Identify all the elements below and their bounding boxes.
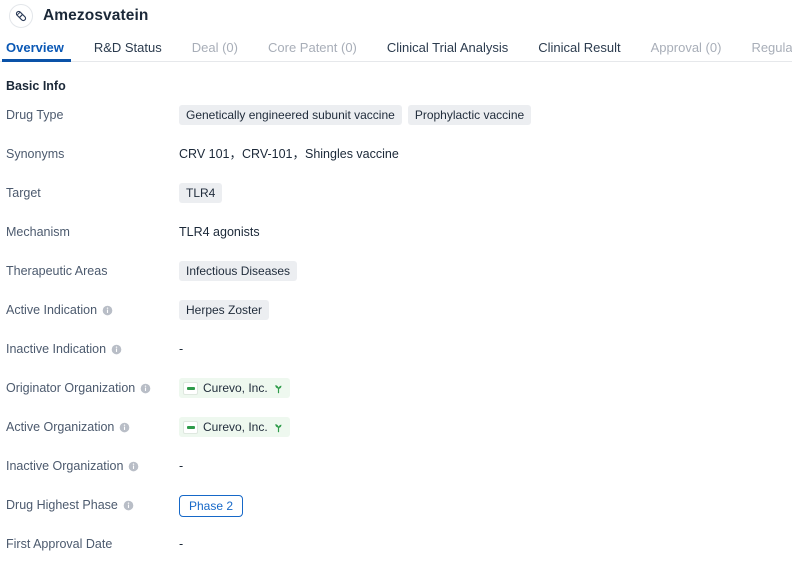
tag-item[interactable]: Herpes Zoster bbox=[179, 300, 270, 320]
label-therapeutic-areas: Therapeutic Areas bbox=[0, 261, 179, 279]
label-drug-highest-phase: Drug Highest Phase bbox=[0, 495, 179, 513]
row-first-approval-date: First Approval Date - bbox=[0, 534, 792, 573]
overview-panel: Basic Info Drug Type Genetically enginee… bbox=[0, 62, 792, 573]
phase-badge[interactable]: Phase 2 bbox=[179, 495, 244, 517]
organization-chip[interactable]: Curevo, Inc. bbox=[179, 417, 290, 437]
value-first-approval-date: - bbox=[179, 534, 792, 554]
row-target: Target TLR4 bbox=[0, 183, 792, 222]
label-active-organization: Active Organization bbox=[0, 417, 179, 435]
tab-bar: Overview R&D Status Deal (0) Core Patent… bbox=[0, 32, 792, 62]
row-inactive-indication: Inactive Indication - bbox=[0, 339, 792, 378]
row-mechanism: Mechanism TLR4 agonists bbox=[0, 222, 792, 261]
value-synonyms: CRV 101，CRV-101，Shingles vaccine bbox=[179, 144, 792, 164]
label-active-indication: Active Indication bbox=[0, 300, 179, 318]
synonyms-text: CRV 101，CRV-101，Shingles vaccine bbox=[179, 147, 399, 161]
label-target: Target bbox=[0, 183, 179, 201]
label-text: Active Indication bbox=[6, 303, 98, 317]
company-logo-icon bbox=[183, 381, 198, 395]
tag-item[interactable]: TLR4 bbox=[179, 183, 223, 203]
label-text: First Approval Date bbox=[6, 537, 113, 551]
value-originator-organization: Curevo, Inc. bbox=[179, 378, 792, 398]
info-icon[interactable] bbox=[111, 344, 122, 355]
capsule-icon bbox=[9, 4, 33, 28]
company-logo-icon bbox=[183, 420, 198, 434]
label-inactive-indication: Inactive Indication bbox=[0, 339, 179, 357]
tag-item[interactable]: Genetically engineered subunit vaccine bbox=[179, 105, 402, 125]
sprout-icon[interactable] bbox=[273, 422, 284, 433]
empty-value: - bbox=[179, 537, 184, 551]
drug-detail-page: Amezosvatein Overview R&D Status Deal (0… bbox=[0, 0, 792, 573]
info-icon[interactable] bbox=[128, 461, 139, 472]
info-icon[interactable] bbox=[119, 422, 130, 433]
tag-item[interactable]: Prophylactic vaccine bbox=[407, 105, 532, 125]
value-drug-highest-phase: Phase 2 bbox=[179, 495, 792, 517]
label-text: Drug Type bbox=[6, 108, 64, 122]
value-inactive-indication: - bbox=[179, 339, 792, 359]
tab-clinical-result[interactable]: Clinical Result bbox=[523, 41, 635, 61]
tab-regulation[interactable]: Regulation (0) bbox=[736, 41, 792, 61]
empty-value: - bbox=[179, 342, 184, 356]
label-text: Drug Highest Phase bbox=[6, 498, 118, 512]
tab-deal[interactable]: Deal (0) bbox=[177, 41, 253, 61]
empty-value: - bbox=[179, 459, 184, 473]
label-text: Originator Organization bbox=[6, 381, 136, 395]
info-icon[interactable] bbox=[102, 305, 113, 316]
value-drug-type: Genetically engineered subunit vaccine P… bbox=[179, 105, 792, 125]
value-mechanism: TLR4 agonists bbox=[179, 222, 792, 242]
row-drug-highest-phase: Drug Highest Phase Phase 2 bbox=[0, 495, 792, 534]
mechanism-text: TLR4 agonists bbox=[179, 225, 260, 239]
label-drug-type: Drug Type bbox=[0, 105, 179, 123]
label-text: Synonyms bbox=[6, 147, 65, 161]
row-active-organization: Active Organization Curevo, Inc. bbox=[0, 417, 792, 456]
tab-clinical-trial-analysis[interactable]: Clinical Trial Analysis bbox=[372, 41, 523, 61]
label-inactive-organization: Inactive Organization bbox=[0, 456, 179, 474]
row-active-indication: Active Indication Herpes Zoster bbox=[0, 300, 792, 339]
label-mechanism: Mechanism bbox=[0, 222, 179, 240]
section-title-basic-info: Basic Info bbox=[6, 79, 66, 93]
label-text: Active Organization bbox=[6, 420, 115, 434]
row-synonyms: Synonyms CRV 101，CRV-101，Shingles vaccin… bbox=[0, 144, 792, 183]
basic-info-rows: Drug Type Genetically engineered subunit… bbox=[0, 105, 792, 573]
label-originator-organization: Originator Organization bbox=[0, 378, 179, 396]
label-text: Therapeutic Areas bbox=[6, 264, 108, 278]
page-title: Amezosvatein bbox=[43, 7, 149, 24]
label-first-approval-date: First Approval Date bbox=[0, 534, 179, 552]
tab-core-patent[interactable]: Core Patent (0) bbox=[253, 41, 372, 61]
row-inactive-organization: Inactive Organization - bbox=[0, 456, 792, 495]
label-text: Target bbox=[6, 186, 41, 200]
organization-name: Curevo, Inc. bbox=[203, 381, 268, 395]
tab-approval[interactable]: Approval (0) bbox=[636, 41, 737, 61]
value-active-indication: Herpes Zoster bbox=[179, 300, 792, 320]
row-therapeutic-areas: Therapeutic Areas Infectious Diseases bbox=[0, 261, 792, 300]
value-target: TLR4 bbox=[179, 183, 792, 203]
value-inactive-organization: - bbox=[179, 456, 792, 476]
info-icon[interactable] bbox=[140, 383, 151, 394]
info-icon[interactable] bbox=[123, 500, 134, 511]
value-active-organization: Curevo, Inc. bbox=[179, 417, 792, 437]
label-text: Inactive Organization bbox=[6, 459, 124, 473]
organization-name: Curevo, Inc. bbox=[203, 420, 268, 434]
tab-overview[interactable]: Overview bbox=[2, 41, 79, 62]
tag-item[interactable]: Infectious Diseases bbox=[179, 261, 298, 281]
label-synonyms: Synonyms bbox=[0, 144, 179, 162]
label-text: Inactive Indication bbox=[6, 342, 107, 356]
row-originator-organization: Originator Organization Curevo, Inc. bbox=[0, 378, 792, 417]
label-text: Mechanism bbox=[6, 225, 70, 239]
tab-rd-status[interactable]: R&D Status bbox=[79, 41, 177, 61]
organization-chip[interactable]: Curevo, Inc. bbox=[179, 378, 290, 398]
sprout-icon[interactable] bbox=[273, 383, 284, 394]
row-drug-type: Drug Type Genetically engineered subunit… bbox=[0, 105, 792, 144]
value-therapeutic-areas: Infectious Diseases bbox=[179, 261, 792, 281]
page-header: Amezosvatein bbox=[0, 0, 792, 32]
